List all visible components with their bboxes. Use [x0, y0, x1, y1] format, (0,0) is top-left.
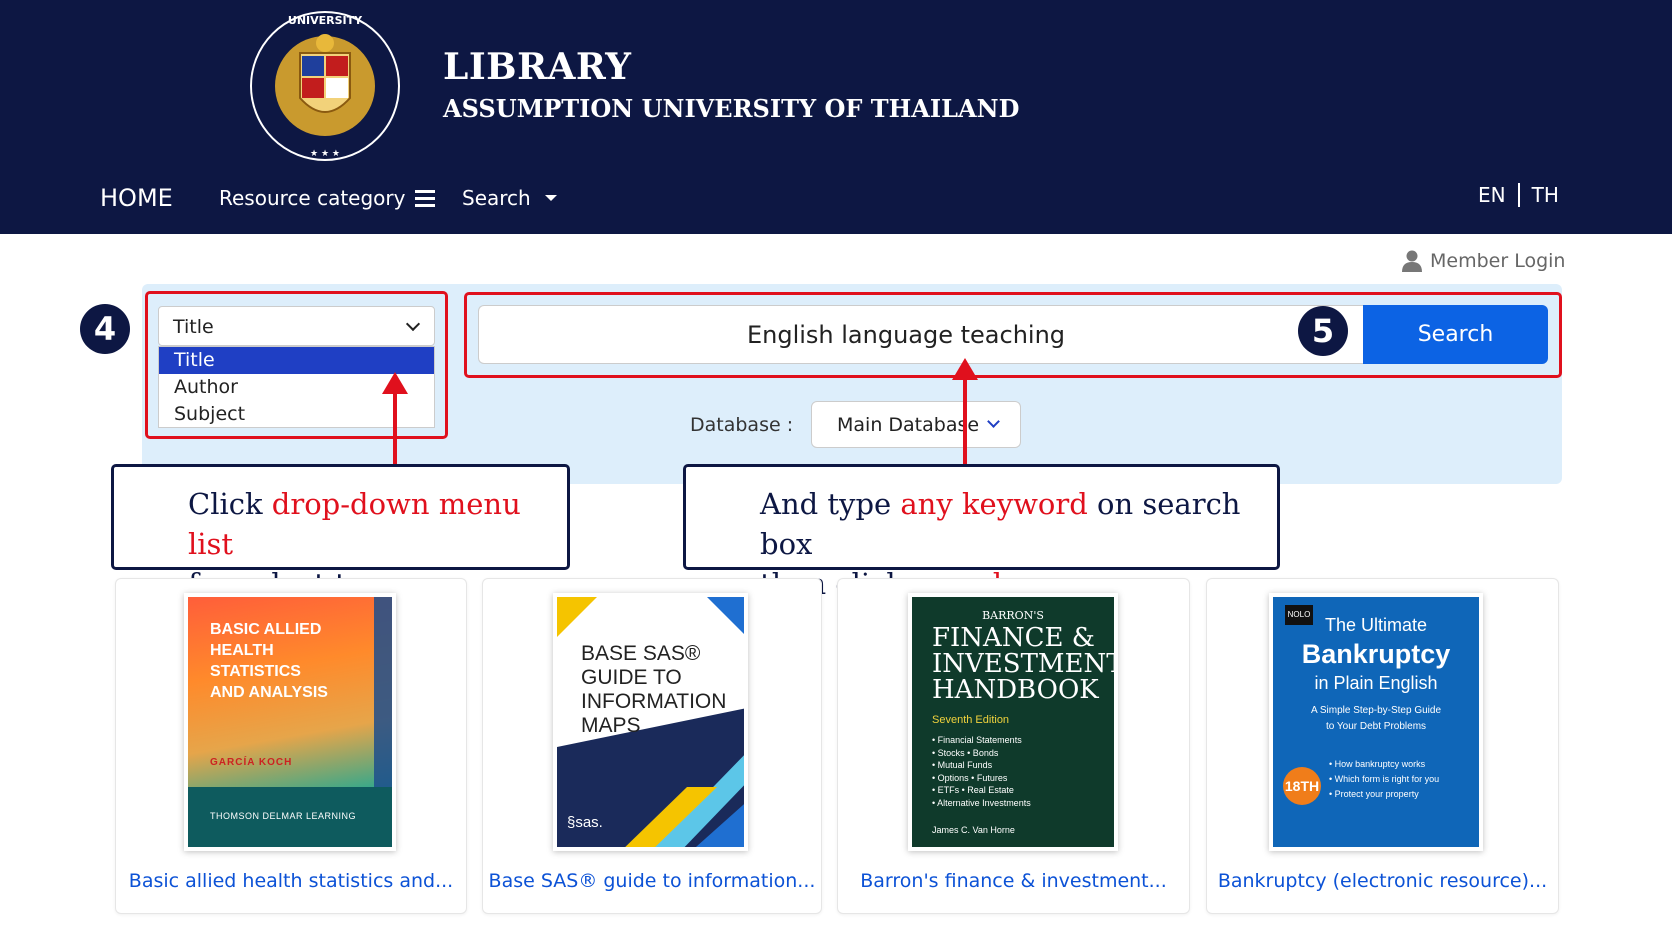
callout-right-highlight1: any keyword — [900, 487, 1088, 521]
member-login-label: Member Login — [1430, 250, 1566, 272]
book-card[interactable]: BASE SAS® GUIDE TO INFORMATION MAPS §sas… — [482, 578, 822, 914]
cover-title-line: AND ANALYSIS — [210, 684, 328, 701]
book-card[interactable]: BARRON'S FINANCE & INVESTMENT HANDBOOK S… — [837, 578, 1190, 914]
cover-list-item: • Stocks • Bonds — [932, 747, 999, 758]
language-switcher: EN TH — [1478, 183, 1559, 207]
cover-title-line: GUIDE TO — [581, 666, 682, 689]
cover-title: FINANCE & INVESTMENT HANDBOOK — [932, 623, 1118, 705]
svg-text:★ ★ ★: ★ ★ ★ — [310, 149, 340, 159]
cover-title-line: in Plain English — [1314, 673, 1438, 693]
nav-home-label: HOME — [100, 184, 173, 212]
cover-title-line: The Ultimate — [1324, 615, 1428, 635]
lang-th[interactable]: TH — [1532, 183, 1559, 207]
user-icon — [1402, 250, 1422, 272]
cover-list-item: • Financial Statements — [932, 735, 1022, 745]
cover-list-item: • ETFs • Real Estate — [932, 785, 1014, 795]
svg-text:UNIVERSITY: UNIVERSITY — [288, 14, 363, 27]
arrow-right-shaft — [963, 376, 967, 464]
database-label: Database : — [690, 414, 794, 436]
dropdown-highlight-box — [145, 291, 448, 439]
nav-resource-category[interactable]: Resource category — [219, 186, 436, 210]
book-card[interactable]: BASIC ALLIED HEALTH STATISTICS AND ANALY… — [115, 578, 467, 914]
book-title-link[interactable]: Bankruptcy (electronic resource)... — [1207, 870, 1558, 892]
cover-title-line: HANDBOOK — [932, 675, 1099, 705]
cover-title: BASE SAS® GUIDE TO INFORMATION MAPS — [581, 642, 726, 738]
database-select[interactable]: Main Database — [811, 401, 1021, 448]
cover-author: GARCÍA KOCH — [210, 757, 293, 768]
site-header: UNIVERSITY ★ ★ ★ LIBRARY ASSUMPTION UNIV… — [0, 0, 1672, 234]
searchbox-highlight-box — [464, 292, 1562, 378]
book-cover[interactable]: BASIC ALLIED HEALTH STATISTICS AND ANALY… — [184, 593, 396, 851]
nav-resource-category-label: Resource category — [219, 186, 406, 210]
cover-title: BASIC ALLIED HEALTH STATISTICS AND ANALY… — [210, 619, 328, 703]
lang-en[interactable]: EN — [1478, 183, 1506, 207]
callout-left-line1: Click drop-down menu list — [188, 484, 567, 564]
lang-divider — [1517, 183, 1520, 207]
callout-right-text1: And type — [760, 487, 901, 521]
cover-title-line: BASIC ALLIED — [210, 621, 322, 638]
book-cover[interactable]: BARRON'S FINANCE & INVESTMENT HANDBOOK S… — [908, 593, 1118, 851]
cover-list-item: • How bankruptcy works — [1329, 759, 1426, 769]
library-title: LIBRARY — [443, 46, 632, 88]
book-cover[interactable]: NOLO The Ultimate Bankruptcy in Plain En… — [1269, 593, 1483, 851]
cover-title-line: MAPS — [581, 714, 641, 737]
university-seal-logo[interactable]: UNIVERSITY ★ ★ ★ — [240, 8, 410, 163]
arrow-right-head — [952, 358, 978, 380]
cover-publisher: BARRON'S — [982, 609, 1044, 622]
nav-search-label: Search — [462, 186, 531, 210]
cover-title-line: FINANCE & — [932, 623, 1095, 653]
university-name: ASSUMPTION UNIVERSITY OF THAILAND — [443, 94, 1020, 123]
cover-list: • How bankruptcy works • Which form is r… — [1329, 757, 1439, 802]
step-5-badge: 5 — [1298, 306, 1348, 356]
cover-title-line: BASE SAS® — [581, 642, 701, 665]
nav-search-dropdown[interactable]: Search — [462, 186, 557, 210]
cover-stripe — [374, 597, 392, 807]
cover-list: • Financial Statements • Stocks • Bonds … — [932, 734, 1031, 809]
sas-logo: §sas. — [567, 814, 603, 831]
callout-left-text: Click — [188, 487, 272, 521]
database-select-value: Main Database — [837, 414, 980, 436]
cover-title-line: Bankruptcy — [1301, 639, 1451, 669]
book-cover[interactable]: BASE SAS® GUIDE TO INFORMATION MAPS §sas… — [553, 593, 748, 851]
edition-badge: 18TH — [1283, 767, 1321, 805]
step-4-badge: 4 — [80, 304, 130, 354]
cover-list-item: • Mutual Funds — [932, 760, 993, 770]
chevron-down-icon — [987, 415, 1000, 428]
hamburger-menu-icon — [415, 189, 436, 207]
cover-subtitle: A Simple Step-by-Step Guide to Your Debt… — [1273, 703, 1479, 735]
cover-publisher: THOMSON DELMAR LEARNING — [210, 811, 357, 821]
cover-title-line: INVESTMENT — [932, 649, 1118, 679]
cover-list-item: • Protect your property — [1329, 789, 1419, 799]
cover-list-item: • Which form is right for you — [1329, 774, 1440, 784]
cover-list-item: • Options • Futures — [932, 772, 1008, 783]
caret-down-icon — [544, 195, 557, 201]
book-title-link[interactable]: Basic allied health statistics and... — [116, 870, 466, 892]
arrow-left-shaft — [393, 390, 397, 464]
callout-dropdown-instruction: Click drop-down menu list for select typ… — [111, 464, 570, 601]
cover-list-item: • Alternative Investments — [932, 797, 1031, 808]
callout-search-instruction: And type any keyword on search box then … — [683, 464, 1280, 601]
book-title-link[interactable]: Barron's finance & investment... — [838, 870, 1189, 892]
cover-title-line: INFORMATION — [581, 690, 727, 713]
cover-title-line: HEALTH — [210, 642, 274, 659]
cover-subtitle-line: to Your Debt Problems — [1325, 721, 1427, 732]
member-login-link[interactable]: Member Login — [1402, 250, 1565, 272]
cover-title-line: STATISTICS — [210, 663, 301, 680]
book-card[interactable]: NOLO The Ultimate Bankruptcy in Plain En… — [1206, 578, 1559, 914]
cover-edition: Seventh Edition — [932, 714, 1010, 726]
book-title-link[interactable]: Base SAS® guide to information... — [483, 870, 821, 892]
nav-home[interactable]: HOME — [100, 184, 173, 212]
cover-subtitle-line: A Simple Step-by-Step Guide — [1310, 705, 1442, 716]
cover-author: James C. Van Horne — [932, 825, 1015, 835]
arrow-left-head — [382, 372, 408, 394]
callout-right-line1: And type any keyword on search box — [760, 484, 1277, 564]
